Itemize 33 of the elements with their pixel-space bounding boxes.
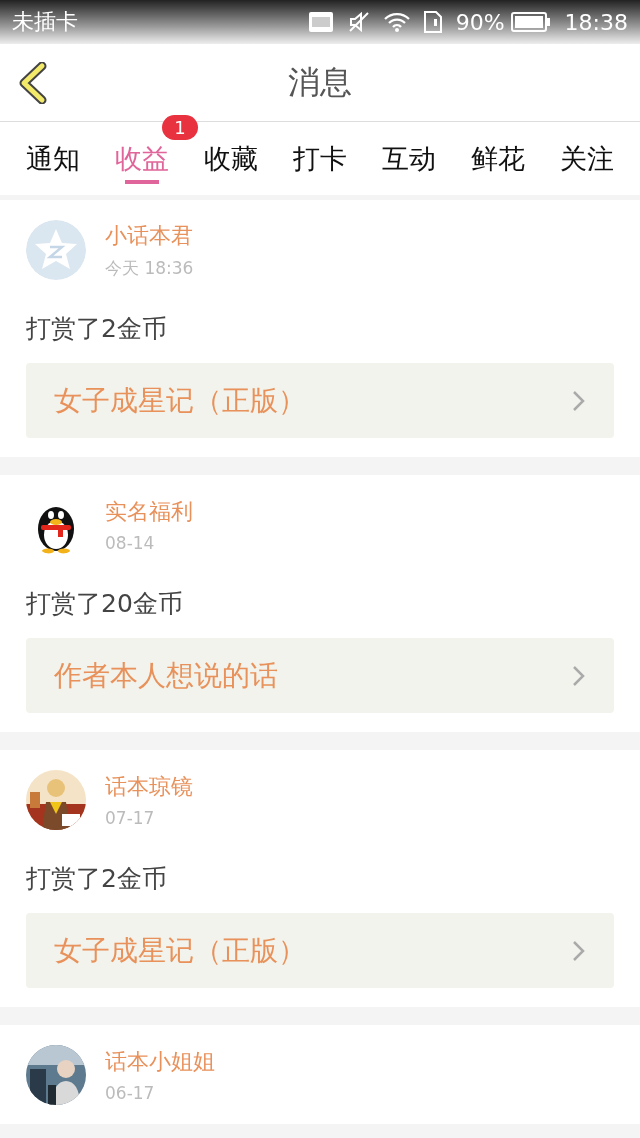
message-time: 06-17 <box>105 1083 156 1103</box>
user-name[interactable]: 实名福利 <box>105 497 193 527</box>
battery-icon <box>510 12 551 32</box>
article-link[interactable]: 女子成星记（正版） <box>26 363 614 438</box>
article-link[interactable]: 作者本人想说的话 <box>26 638 614 713</box>
battery-text: 90% <box>455 9 505 35</box>
page-title: 消息 <box>288 61 352 103</box>
tab[interactable]: 鲜花 <box>471 122 525 195</box>
mute-icon <box>347 11 370 33</box>
tab[interactable]: 互动 <box>382 122 436 195</box>
star-avatar-icon <box>26 220 86 280</box>
user-name[interactable]: 话本小姐姐 <box>105 1047 215 1077</box>
wifi-icon <box>383 12 410 32</box>
time-text: 18:38 <box>564 9 628 35</box>
tab[interactable]: 收藏 <box>204 122 258 195</box>
article-link[interactable]: 女子成星记（正版） <box>26 913 614 988</box>
message-text: 打赏了20金币 <box>26 588 184 620</box>
chevron-right-icon <box>572 939 586 962</box>
tab[interactable]: 通知 <box>26 122 80 195</box>
carrier-text: 未插卡 <box>12 8 79 36</box>
tab[interactable]: 打卡 <box>293 122 347 195</box>
message-time: 07-17 <box>105 808 156 828</box>
count-badge: 1 <box>162 115 198 140</box>
message-text: 打赏了2金币 <box>26 863 168 895</box>
chevron-right-icon <box>572 389 586 412</box>
user-name[interactable]: 话本琼镜 <box>105 772 193 802</box>
tab[interactable]: 关注 <box>560 122 614 195</box>
chevron-right-icon <box>572 664 586 687</box>
message-time: 今天 18:36 <box>105 256 194 280</box>
user-name[interactable]: 小话本君 <box>105 220 194 251</box>
message-text: 打赏了2金币 <box>26 313 168 345</box>
message-time: 08-14 <box>105 533 156 553</box>
sim-icon <box>423 11 442 33</box>
